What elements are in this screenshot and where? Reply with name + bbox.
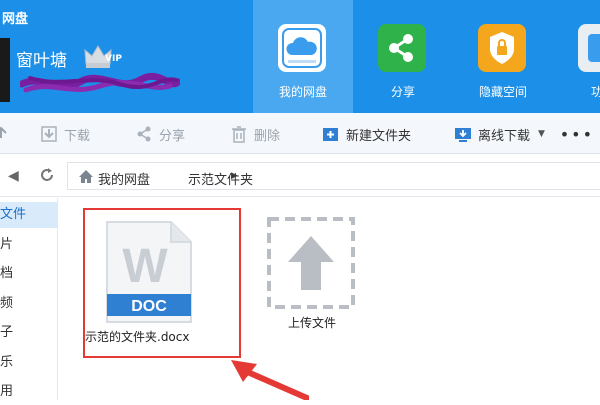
- share-button[interactable]: 分享: [135, 123, 185, 145]
- sidebar: 文件 片 档 频 子 乐 用: [0, 198, 58, 400]
- doc-badge-letter: W: [122, 240, 168, 293]
- sidebar-item-pictures[interactable]: 片: [0, 232, 57, 258]
- avatar[interactable]: [0, 38, 10, 102]
- sidebar-item-documents[interactable]: 档: [0, 261, 57, 287]
- delete-label: 删除: [254, 128, 281, 144]
- tab-hidden-space[interactable]: 隐藏空间: [453, 0, 553, 113]
- upload-file-button[interactable]: 上传文件: [264, 216, 364, 336]
- new-folder-button[interactable]: 新建文件夹: [322, 123, 411, 145]
- sidebar-item-files[interactable]: 文件: [0, 202, 57, 228]
- file-item[interactable]: W DOC 示范的文件夹.docx: [83, 208, 241, 358]
- cloud-icon: [282, 28, 322, 68]
- address-bar: ◀ 我的网盘 ▶ 示范文件夹: [0, 155, 600, 197]
- refresh-icon[interactable]: [38, 166, 56, 184]
- upload-icon: [0, 126, 7, 138]
- tab-share[interactable]: 分享: [353, 0, 453, 113]
- upload-arrow-icon: [267, 217, 355, 309]
- more-icon[interactable]: •••: [560, 125, 594, 144]
- share-tile: [378, 24, 426, 72]
- sidebar-item-apps[interactable]: 用: [0, 379, 57, 405]
- sidebar-item-videos[interactable]: 频: [0, 291, 57, 317]
- share-icon: [137, 126, 151, 142]
- tab-label: 分享: [390, 85, 415, 99]
- file-area: W DOC 示范的文件夹.docx 上传文件: [59, 198, 600, 400]
- trash-icon: [232, 126, 246, 143]
- sidebar-item-music[interactable]: 乐: [0, 350, 57, 376]
- offline-download-button[interactable]: 离线下载 ▼: [454, 123, 545, 145]
- app-title: 网盘: [2, 12, 29, 27]
- tab-tools[interactable]: 功能: [553, 0, 600, 113]
- new-folder-icon: [323, 128, 338, 141]
- download-icon: [41, 126, 57, 142]
- lock-icon: [490, 32, 514, 64]
- upload-partial-button[interactable]: [0, 123, 16, 145]
- file-name: 示范的文件夹.docx: [85, 330, 190, 344]
- back-arrow-icon[interactable]: ◀: [8, 168, 19, 184]
- offline-download-icon: [455, 128, 471, 142]
- doc-type-label: DOC: [131, 298, 167, 315]
- tools-icon: [588, 34, 600, 62]
- redaction-scribble: [20, 72, 180, 93]
- lock-tile: [478, 24, 526, 72]
- vip-label: VIP: [105, 54, 122, 64]
- breadcrumb-root[interactable]: 我的网盘: [98, 169, 150, 188]
- offline-download-label: 离线下载: [478, 128, 531, 144]
- sidebar-item-seeds[interactable]: 子: [0, 320, 57, 346]
- share-label: 分享: [159, 128, 186, 144]
- cloud-tile: [278, 24, 326, 72]
- vip-badge[interactable]: VIP: [83, 44, 129, 70]
- upload-label: 上传文件: [287, 316, 336, 330]
- tab-label: 隐藏空间: [478, 85, 527, 99]
- toolbar: 下载 分享 删除 新建文件夹 离线下载 ▼ •••: [0, 113, 600, 154]
- download-button[interactable]: 下载: [40, 123, 90, 145]
- annotation-arrow-icon: [231, 360, 309, 400]
- username[interactable]: 窗叶塘: [16, 46, 67, 71]
- delete-button[interactable]: 删除: [230, 123, 280, 145]
- chevron-down-icon[interactable]: ▼: [538, 129, 545, 139]
- breadcrumb-current[interactable]: 示范文件夹: [188, 169, 253, 188]
- share-icon: [389, 34, 413, 62]
- home-icon[interactable]: [78, 169, 94, 184]
- download-label: 下载: [64, 128, 91, 144]
- tab-label: 功能: [590, 85, 600, 99]
- tab-my-disk[interactable]: 我的网盘: [253, 0, 353, 113]
- word-doc-icon: W DOC: [106, 221, 192, 323]
- breadcrumb: 我的网盘 ▶ 示范文件夹: [67, 162, 600, 190]
- new-folder-label: 新建文件夹: [346, 128, 412, 144]
- tab-label: 我的网盘: [278, 85, 327, 99]
- top-header: 网盘 窗叶塘 VIP 我的网盘 分享 隐藏空间 功: [0, 0, 600, 113]
- tools-tile: [578, 24, 600, 72]
